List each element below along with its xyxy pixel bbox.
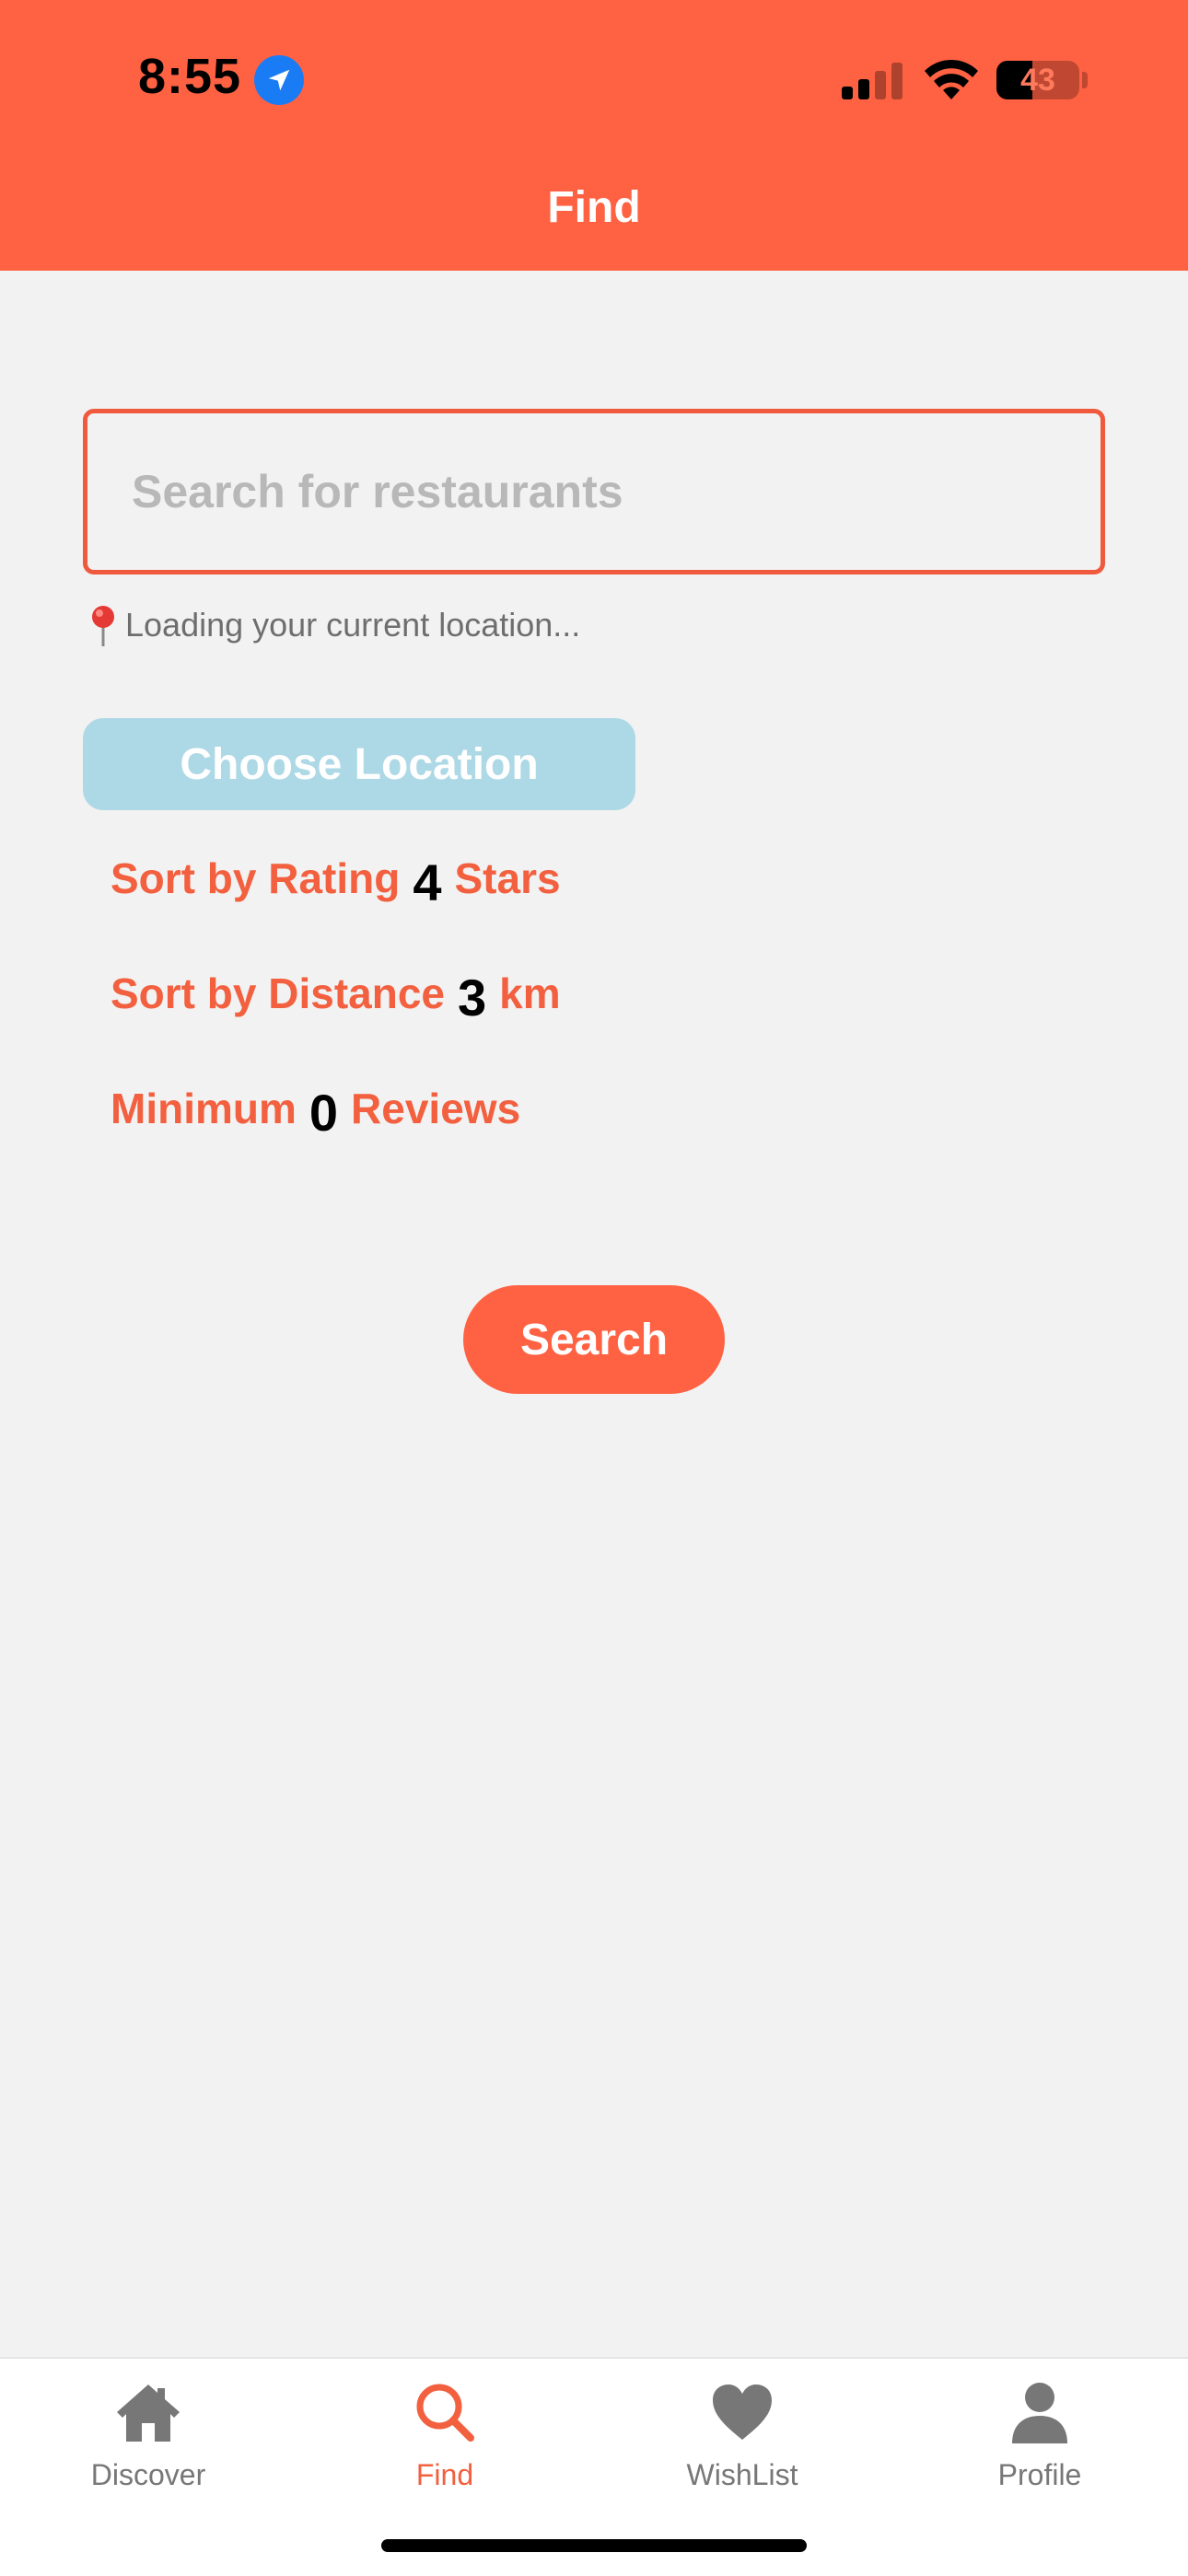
reviews-filter-suffix: Reviews xyxy=(351,1085,521,1132)
tab-find-label: Find xyxy=(415,2458,474,2491)
location-arrow-icon xyxy=(254,55,304,105)
tab-find[interactable]: Find xyxy=(297,2359,593,2506)
tab-wishlist[interactable]: WishList xyxy=(594,2359,891,2506)
reviews-filter-prefix: Minimum xyxy=(111,1085,297,1132)
distance-filter[interactable]: Sort by Distance 3 km xyxy=(111,957,561,1030)
status-time: 8:55 xyxy=(138,49,242,104)
cellular-signal-icon xyxy=(842,63,903,99)
home-indicator xyxy=(381,2539,807,2552)
page-title: Find xyxy=(547,183,641,232)
tab-wishlist-label: WishList xyxy=(686,2458,798,2491)
rating-filter-suffix: Stars xyxy=(454,854,561,902)
distance-filter-value[interactable]: 3 xyxy=(458,968,486,1027)
battery-cap xyxy=(1082,72,1088,88)
choose-location-button[interactable]: Choose Location xyxy=(83,718,635,810)
house-icon xyxy=(117,2385,180,2442)
search-field[interactable] xyxy=(83,409,1105,574)
battery-icon: 43 xyxy=(996,61,1079,99)
app-header: 8:55 43 Find xyxy=(0,0,1188,271)
distance-filter-suffix: km xyxy=(499,969,561,1017)
tab-profile[interactable]: Profile xyxy=(891,2359,1188,2506)
tab-discover[interactable]: Discover xyxy=(0,2359,297,2506)
rating-filter[interactable]: Sort by Rating 4 Stars xyxy=(111,841,561,915)
tab-profile-label: Profile xyxy=(997,2458,1082,2491)
tab-discover-label: Discover xyxy=(90,2458,206,2491)
rating-filter-prefix: Sort by Rating xyxy=(111,854,401,902)
person-icon xyxy=(1012,2383,1067,2443)
rating-filter-value[interactable]: 4 xyxy=(413,853,441,912)
reviews-filter-value[interactable]: 0 xyxy=(309,1083,338,1143)
reviews-filter[interactable]: Minimum 0 Reviews xyxy=(111,1072,520,1145)
heart-icon xyxy=(713,2385,772,2440)
location-status-text: Loading your current location... xyxy=(125,606,581,644)
pushpin-icon xyxy=(92,606,114,646)
distance-filter-prefix: Sort by Distance xyxy=(111,969,445,1017)
wifi-icon xyxy=(925,59,978,99)
battery-level: 43 xyxy=(1020,63,1055,98)
search-button[interactable]: Search xyxy=(463,1285,725,1394)
magnifier-icon xyxy=(416,2384,474,2442)
location-status: Loading your current location... xyxy=(85,602,580,648)
search-input[interactable] xyxy=(87,413,1101,570)
